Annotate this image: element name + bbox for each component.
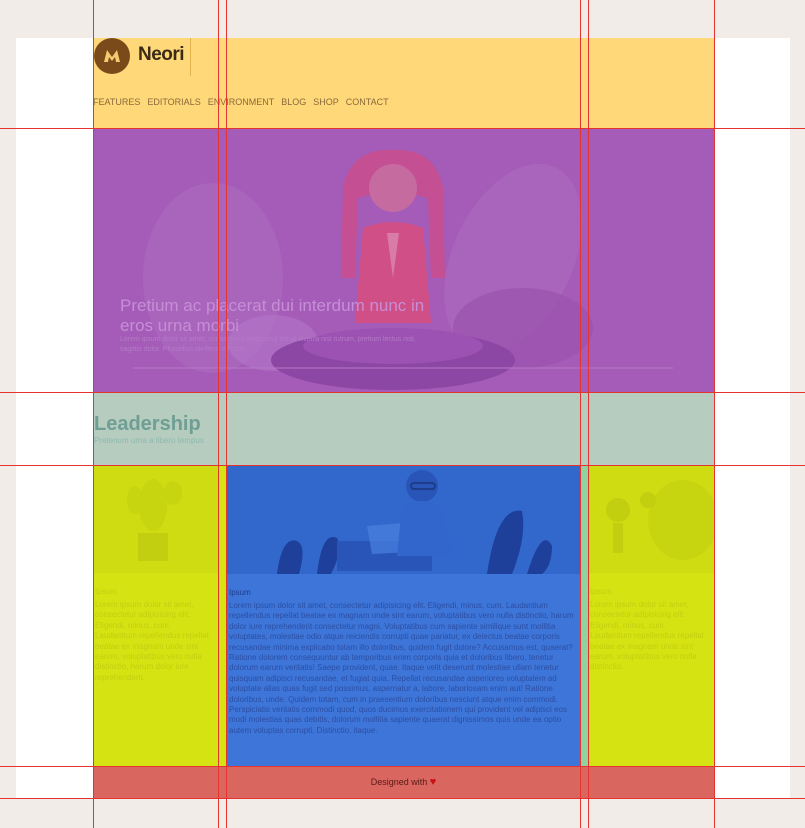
brand-name[interactable]: Neori — [138, 44, 185, 66]
nav-item-contact[interactable]: CONTACT — [346, 97, 389, 107]
leadership-title: Leadership — [94, 413, 201, 435]
card-right-label: Ipsum — [590, 587, 612, 596]
main-nav: FEATURES EDITORIALS ENVIRONMENT BLOG SHO… — [93, 97, 389, 107]
nav-item-shop[interactable]: SHOP — [313, 97, 339, 107]
guide-line-horizontal — [0, 392, 805, 393]
column-gutter — [218, 465, 226, 766]
leadership-subtitle: Pretenum urna a libero tempus — [94, 436, 204, 445]
card-main: Ipsum Lorem ipsum dolor sit amet, consec… — [226, 465, 582, 768]
column-gutter — [580, 465, 588, 766]
guide-line-horizontal — [0, 465, 805, 466]
logo-divider — [190, 38, 191, 76]
guide-line-horizontal — [0, 798, 805, 799]
guide-line-horizontal — [0, 766, 805, 767]
nav-item-features[interactable]: FEATURES — [93, 97, 140, 107]
guide-line-vertical — [226, 0, 227, 828]
leadership-section: Leadership Pretenum urna a libero tempus — [93, 392, 714, 465]
guide-line-vertical — [588, 0, 589, 828]
card-left-text: Lorem ipsum dolor sit amet, consectetur … — [95, 600, 209, 682]
card-left-label: Ipsum — [95, 587, 117, 596]
hero-title: Pretium ac placerat dui interdum nunc in… — [120, 296, 425, 335]
card-right: Ipsum Lorem ipsum dolor sit amet, consec… — [588, 465, 714, 766]
guide-line-vertical — [580, 0, 581, 828]
card-right-text: Lorem ipsum dolor sit amet, consectetur … — [590, 600, 704, 672]
site-footer: Designed with ♥ — [93, 766, 714, 798]
footer-text: Designed with — [370, 777, 428, 787]
guide-line-vertical — [714, 0, 715, 828]
guide-line-horizontal — [0, 128, 805, 129]
hero-subtitle: Lorem ipsum dolor sit amet, consectetur … — [120, 336, 416, 353]
card-left: Ipsum Lorem ipsum dolor sit amet, consec… — [93, 465, 218, 766]
card-main-image — [227, 466, 581, 574]
hero-section: Pretium ac placerat dui interdum nunc in… — [93, 128, 714, 392]
footer-credit: Designed with ♥ — [93, 776, 714, 788]
card-right-image — [588, 465, 714, 573]
heart-icon: ♥ — [429, 776, 437, 788]
card-main-label: Ipsum — [229, 588, 251, 597]
logo-icon[interactable] — [94, 38, 130, 74]
card-main-text: Lorem ipsum dolor sit amet, consectetur … — [229, 601, 574, 735]
guide-line-vertical — [218, 0, 219, 828]
guide-line-vertical — [93, 0, 94, 828]
card-left-image — [93, 465, 218, 573]
nav-item-blog[interactable]: BLOG — [281, 97, 306, 107]
site-header: Neori FEATURES EDITORIALS ENVIRONMENT BL… — [93, 38, 714, 128]
nav-item-editorials[interactable]: EDITORIALS — [147, 97, 200, 107]
